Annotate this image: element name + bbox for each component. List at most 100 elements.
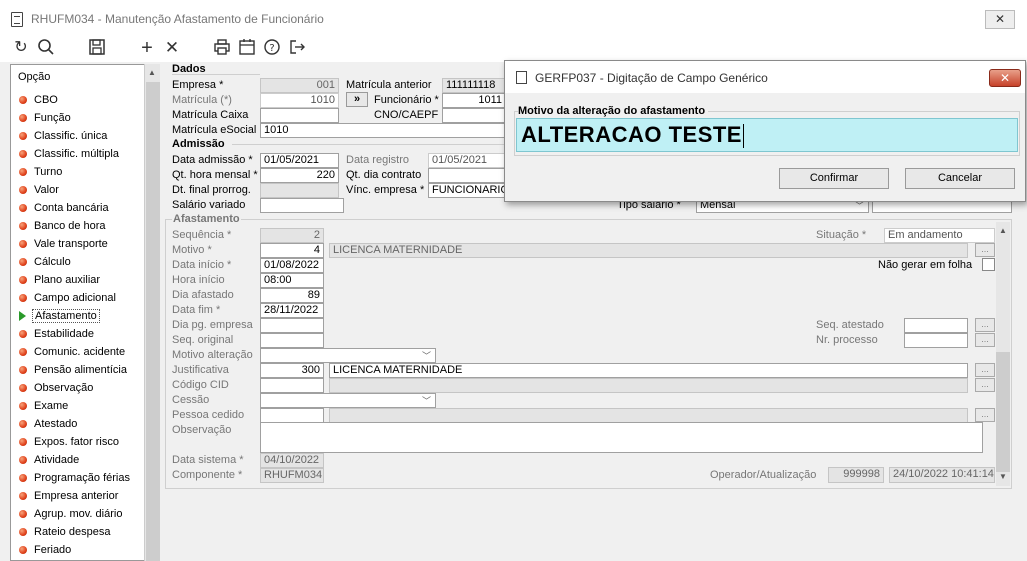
sidebar-item[interactable]: Valor xyxy=(19,181,59,199)
sidebar-item[interactable]: Conta bancária xyxy=(19,199,109,217)
form-scrollbar[interactable]: ▲ ▼ xyxy=(996,222,1010,486)
refresh-icon[interactable]: ↻ xyxy=(11,38,31,58)
empresa-field[interactable]: 001 xyxy=(260,78,339,93)
window-close-button[interactable]: ✕ xyxy=(985,10,1015,29)
motivo-alt-select[interactable]: ﹀ xyxy=(260,348,436,363)
dia-afastado-field[interactable]: 89 xyxy=(260,288,324,303)
help-icon[interactable]: ? xyxy=(262,38,282,58)
sidebar-item-label: Função xyxy=(34,112,71,124)
dt-final-field[interactable] xyxy=(260,183,339,198)
sidebar-item[interactable]: Observação xyxy=(19,379,93,397)
confirm-button[interactable]: Confirmar xyxy=(779,168,889,189)
nao-gerar-checkbox[interactable] xyxy=(982,258,995,271)
nr-processo-field[interactable] xyxy=(904,333,968,348)
matricula-field[interactable]: 1010 xyxy=(260,93,339,108)
justificativa-field[interactable]: 300 xyxy=(260,363,324,378)
sidebar-item[interactable]: Exame xyxy=(19,397,68,415)
cessao-select[interactable]: ﹀ xyxy=(260,393,436,408)
motivo-alt-label: Motivo alteração xyxy=(172,349,253,361)
sidebar-item[interactable]: Classific. única xyxy=(19,127,107,145)
lookup-atestado-button[interactable]: … xyxy=(975,318,995,332)
motivo-alteracao-label: Motivo da alteração do afastamento xyxy=(518,105,709,117)
vinc-field[interactable]: FUNCIONARIO xyxy=(428,183,505,198)
codigo-cid-label: Código CID xyxy=(172,379,229,391)
dia-pg-field[interactable] xyxy=(260,318,324,333)
data-fim-field[interactable]: 28/11/2022 xyxy=(260,303,324,318)
sidebar-item[interactable]: Feriado xyxy=(19,541,71,559)
seq-original-field[interactable] xyxy=(260,333,324,348)
qt-hora-field[interactable]: 220 xyxy=(260,168,339,183)
cno-field[interactable] xyxy=(442,108,505,123)
matricula-caixa-field[interactable] xyxy=(260,108,339,123)
sidebar-item[interactable]: Agrup. mov. diário xyxy=(19,505,122,523)
cancel-button[interactable]: Cancelar xyxy=(905,168,1015,189)
sidebar-item[interactable]: Atestado xyxy=(19,415,77,433)
sidebar-item[interactable]: CBO xyxy=(19,91,58,109)
print-icon[interactable] xyxy=(212,38,232,58)
sidebar-item[interactable]: Pensão alimentícia xyxy=(19,361,127,379)
sidebar-scrollbar[interactable]: ▲ xyxy=(144,64,160,561)
situacao-field[interactable]: Em andamento xyxy=(884,228,995,243)
seq-atestado-field[interactable] xyxy=(904,318,968,333)
sidebar-item[interactable]: Estabilidade xyxy=(19,325,94,343)
sidebar-item[interactable]: Vale transporte xyxy=(19,235,108,253)
data-inicio-field[interactable]: 01/08/2022 xyxy=(260,258,324,273)
scroll-up-icon[interactable]: ▲ xyxy=(999,226,1007,235)
codigo-cid-field[interactable] xyxy=(260,378,324,393)
data-fim-label: Data fim * xyxy=(172,304,221,316)
motivo-field[interactable]: 4 xyxy=(260,243,324,258)
lookup-cid-button[interactable]: … xyxy=(975,378,995,392)
lookup-pessoa-button[interactable]: … xyxy=(975,408,995,422)
lookup-motivo-button[interactable]: … xyxy=(975,243,995,257)
sequencia-field[interactable]: 2 xyxy=(260,228,324,243)
matricula-esocial-field[interactable]: 1010 xyxy=(260,123,505,138)
sidebar-item[interactable]: Expos. fator risco xyxy=(19,433,119,451)
calendar-icon[interactable] xyxy=(237,38,257,58)
sidebar-item[interactable]: Função xyxy=(19,109,71,127)
bullet-icon xyxy=(19,294,27,302)
sidebar-item[interactable]: Atividade xyxy=(19,451,79,469)
bullet-icon xyxy=(19,510,27,518)
nav-forward-button[interactable]: » xyxy=(346,92,368,107)
motivo-alteracao-input[interactable]: ALTERACAO TESTE xyxy=(516,118,1018,152)
operador-field: 999998 xyxy=(828,467,884,483)
lookup-processo-button[interactable]: … xyxy=(975,333,995,347)
add-icon[interactable]: + xyxy=(137,38,157,58)
search-icon[interactable] xyxy=(36,38,56,58)
sidebar-item[interactable]: Rateio despesa xyxy=(19,523,110,541)
scroll-thumb[interactable] xyxy=(146,82,160,561)
salario-field[interactable] xyxy=(260,198,344,213)
sidebar-item[interactable]: Banco de hora xyxy=(19,217,106,235)
sidebar-item[interactable]: Cálculo xyxy=(19,253,71,271)
sidebar-item[interactable]: Empresa anterior xyxy=(19,487,118,505)
scroll-down-icon[interactable]: ▼ xyxy=(999,472,1007,481)
seq-original-label: Seq. original xyxy=(172,334,234,346)
data-admissao-field[interactable]: 01/05/2021 xyxy=(260,153,339,168)
sidebar-item[interactable]: Turno xyxy=(19,163,62,181)
sidebar-item[interactable]: Comunic. acidente xyxy=(19,343,125,361)
funcionario-field[interactable]: 1011 xyxy=(442,93,505,108)
bullet-icon xyxy=(19,420,27,428)
exit-icon[interactable] xyxy=(287,38,307,58)
lookup-justificativa-button[interactable]: … xyxy=(975,363,995,377)
matricula-anterior-field[interactable]: 111111118 xyxy=(442,78,505,93)
observacao-textarea[interactable] xyxy=(260,422,983,453)
save-icon[interactable] xyxy=(87,38,107,58)
qt-dia-field[interactable] xyxy=(428,168,505,183)
sidebar-item-label: Vale transporte xyxy=(34,238,108,250)
bullet-icon xyxy=(19,348,27,356)
delete-icon[interactable]: ✕ xyxy=(162,38,182,58)
motivo-label: Motivo * xyxy=(172,244,212,256)
sidebar-item[interactable]: Classific. múltipla xyxy=(19,145,119,163)
data-registro-field[interactable]: 01/05/2021 xyxy=(428,153,505,168)
scroll-thumb[interactable] xyxy=(996,352,1010,472)
hora-inicio-field[interactable]: 08:00 xyxy=(260,273,324,288)
sidebar-item-label: CBO xyxy=(34,94,58,106)
sidebar-item[interactable]: Programação férias xyxy=(19,469,130,487)
sidebar-item[interactable]: Plano auxiliar xyxy=(19,271,100,289)
sidebar-item[interactable]: Campo adicional xyxy=(19,289,116,307)
pessoa-cedido-field[interactable] xyxy=(260,408,324,423)
sidebar-item[interactable]: Afastamento xyxy=(19,307,100,325)
scroll-up-icon[interactable]: ▲ xyxy=(148,68,156,77)
dialog-close-button[interactable]: ✕ xyxy=(989,69,1021,87)
